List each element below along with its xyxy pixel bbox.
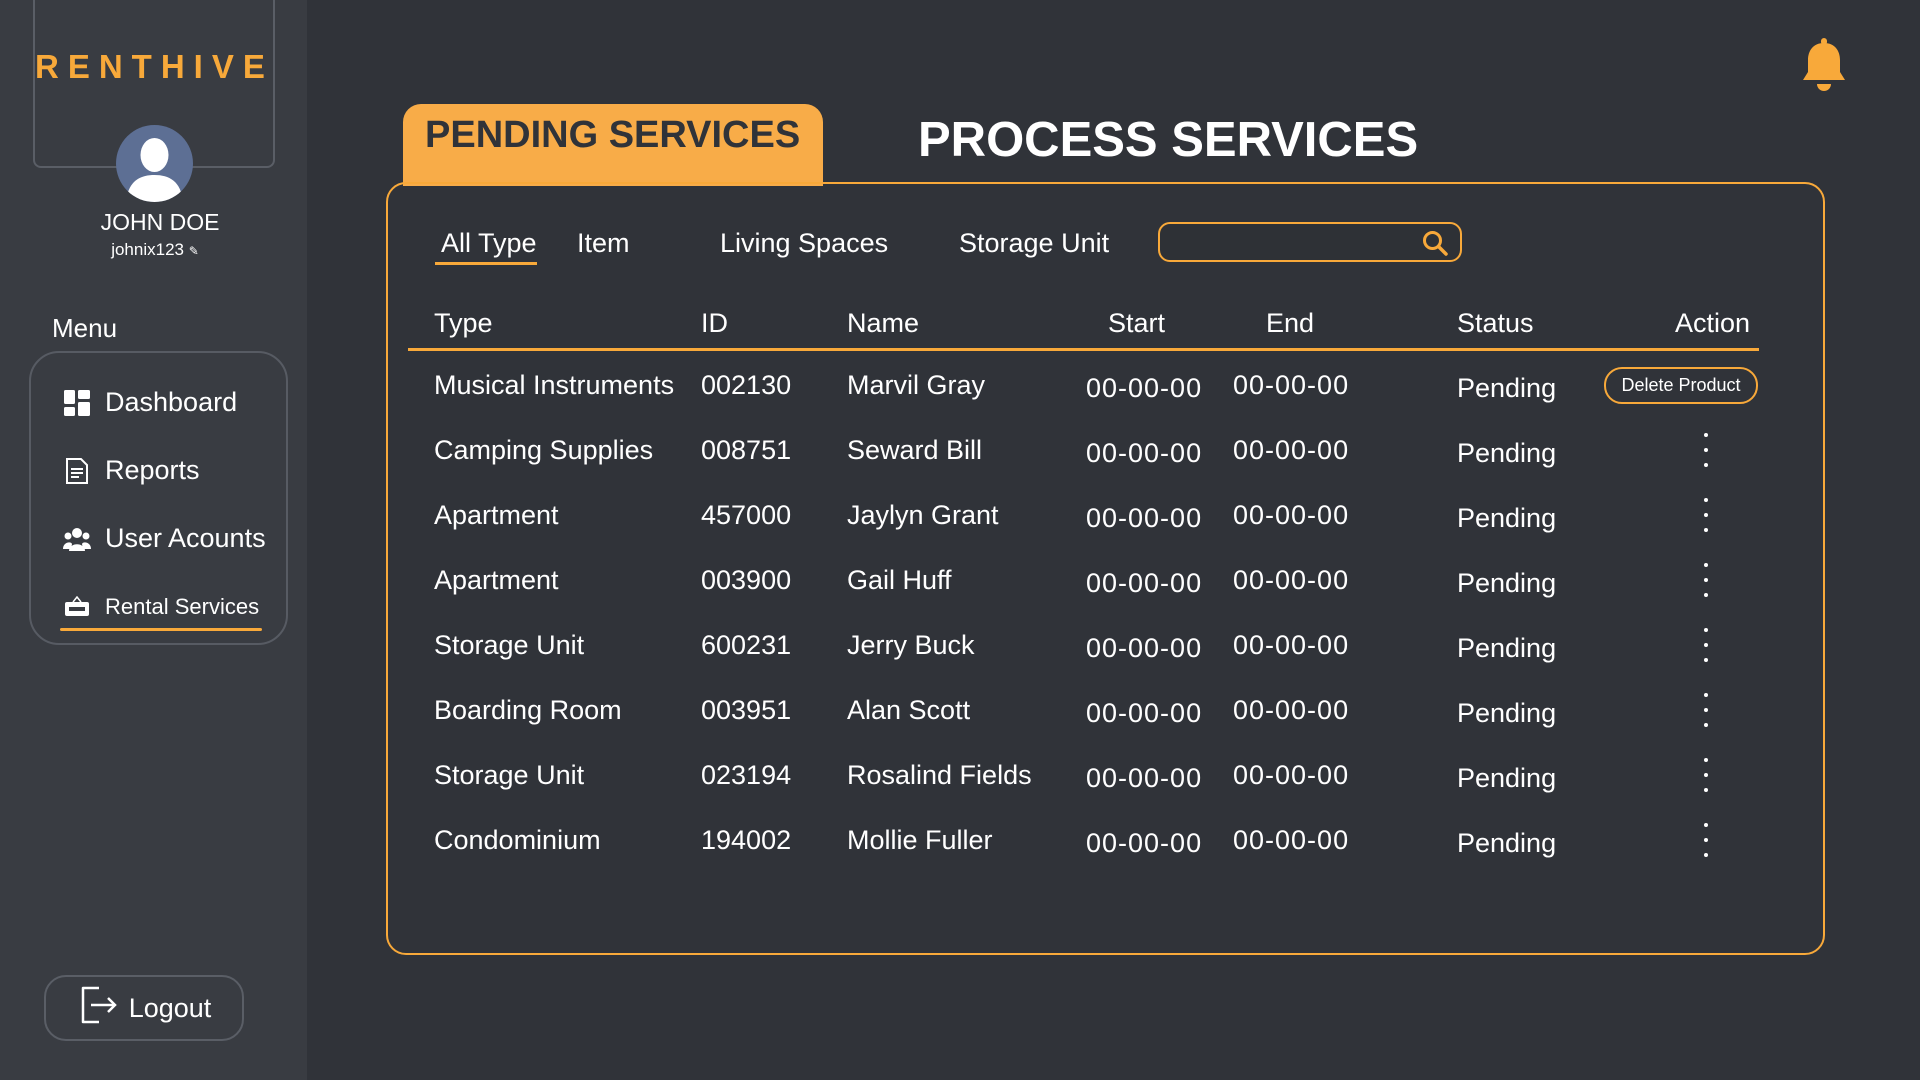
table-row[interactable]: Condominium 194002 Mollie Fuller 00-00-0… bbox=[0, 823, 1920, 875]
cell-type: Musical Instruments bbox=[434, 370, 675, 400]
cell-type: Condominium bbox=[434, 825, 601, 855]
cell-type: Camping Supplies bbox=[434, 435, 654, 465]
column-header-status: Status bbox=[1457, 308, 1534, 338]
more-options-icon[interactable] bbox=[1700, 823, 1712, 857]
table-row[interactable]: Musical Instruments 002130 Marvil Gray 0… bbox=[0, 367, 1920, 420]
cell-end: 00-00-00 bbox=[1233, 500, 1350, 530]
cell-name: Jaylyn Grant bbox=[847, 500, 999, 530]
cell-id: 600231 bbox=[701, 630, 792, 660]
table-row[interactable]: Camping Supplies 008751 Seward Bill 00-0… bbox=[0, 433, 1920, 485]
table-row[interactable]: Apartment 003900 Gail Huff 00-00-00 00-0… bbox=[0, 563, 1920, 615]
cell-id: 194002 bbox=[701, 825, 792, 855]
filter-item[interactable]: Item bbox=[577, 228, 630, 259]
search-box bbox=[1158, 222, 1462, 262]
logout-button[interactable]: Logout bbox=[44, 975, 244, 1041]
cell-start: 00-00-00 bbox=[1086, 698, 1203, 728]
cell-status: Pending bbox=[1457, 568, 1557, 598]
more-options-icon[interactable] bbox=[1700, 498, 1712, 532]
column-header-end: End bbox=[1266, 308, 1315, 338]
cell-status: Pending bbox=[1457, 763, 1557, 793]
edit-pencil-icon[interactable]: ✎ bbox=[189, 244, 199, 258]
cell-type: Storage Unit bbox=[434, 760, 585, 790]
cell-end: 00-00-00 bbox=[1233, 630, 1350, 660]
cell-id: 003951 bbox=[701, 695, 792, 725]
column-header-action: Action bbox=[1675, 308, 1751, 338]
app-logo: RENTHIVE bbox=[35, 48, 274, 85]
bell-icon[interactable] bbox=[1800, 38, 1848, 92]
more-options-icon[interactable] bbox=[1700, 433, 1712, 467]
user-handle: johnix123 ✎ bbox=[0, 240, 310, 260]
cell-status: Pending bbox=[1457, 633, 1557, 663]
table-row[interactable]: Apartment 457000 Jaylyn Grant 00-00-00 0… bbox=[0, 498, 1920, 550]
delete-product-button[interactable]: Delete Product bbox=[1604, 367, 1758, 404]
column-header-id: ID bbox=[701, 308, 728, 338]
avatar[interactable] bbox=[116, 125, 193, 202]
cell-end: 00-00-00 bbox=[1233, 435, 1350, 465]
more-options-icon[interactable] bbox=[1700, 563, 1712, 597]
cell-type: Storage Unit bbox=[434, 630, 585, 660]
logout-label: Logout bbox=[128, 992, 212, 1023]
table-row[interactable]: Storage Unit 023194 Rosalind Fields 00-0… bbox=[0, 758, 1920, 810]
user-silhouette-icon bbox=[126, 138, 183, 202]
cell-type: Apartment bbox=[434, 565, 559, 595]
table-row[interactable]: Storage Unit 600231 Jerry Buck 00-00-00 … bbox=[0, 628, 1920, 680]
cell-start: 00-00-00 bbox=[1086, 438, 1203, 468]
cell-type: Boarding Room bbox=[434, 695, 622, 725]
cell-start: 00-00-00 bbox=[1086, 763, 1203, 793]
table-row[interactable]: Boarding Room 003951 Alan Scott 00-00-00… bbox=[0, 693, 1920, 745]
cell-name: Marvil Gray bbox=[847, 370, 986, 400]
cell-name: Rosalind Fields bbox=[847, 760, 1032, 790]
cell-status: Pending bbox=[1457, 698, 1557, 728]
user-name: JOHN DOE bbox=[100, 209, 220, 235]
cell-id: 023194 bbox=[701, 760, 792, 790]
cell-name: Seward Bill bbox=[847, 435, 983, 465]
tab-pending-services[interactable]: PENDING SERVICES bbox=[403, 104, 823, 186]
cell-start: 00-00-00 bbox=[1086, 633, 1203, 663]
cell-id: 002130 bbox=[701, 370, 792, 400]
cell-end: 00-00-00 bbox=[1233, 370, 1350, 400]
logout-icon bbox=[77, 984, 119, 1033]
search-input[interactable] bbox=[1174, 228, 1414, 256]
cell-id: 003900 bbox=[701, 565, 792, 595]
menu-title: Menu bbox=[52, 313, 118, 343]
cell-status: Pending bbox=[1457, 373, 1557, 403]
more-options-icon[interactable] bbox=[1700, 628, 1712, 662]
cell-id: 008751 bbox=[701, 435, 792, 465]
user-handle-text: johnix123 bbox=[111, 240, 184, 259]
cell-id: 457000 bbox=[701, 500, 792, 530]
filter-living-spaces[interactable]: Living Spaces bbox=[720, 228, 888, 259]
filter-storage-unit[interactable]: Storage Unit bbox=[959, 228, 1109, 259]
cell-end: 00-00-00 bbox=[1233, 695, 1350, 725]
tab-process-services[interactable]: PROCESS SERVICES bbox=[918, 112, 1418, 168]
cell-start: 00-00-00 bbox=[1086, 828, 1203, 858]
column-header-start: Start bbox=[1108, 308, 1166, 338]
cell-name: Jerry Buck bbox=[847, 630, 975, 660]
cell-name: Mollie Fuller bbox=[847, 825, 993, 855]
cell-status: Pending bbox=[1457, 503, 1557, 533]
cell-end: 00-00-00 bbox=[1233, 825, 1350, 855]
cell-status: Pending bbox=[1457, 438, 1557, 468]
cell-end: 00-00-00 bbox=[1233, 760, 1350, 790]
filter-all-type[interactable]: All Type bbox=[435, 228, 537, 265]
cell-type: Apartment bbox=[434, 500, 559, 530]
column-header-type: Type bbox=[434, 308, 493, 338]
column-header-name: Name bbox=[847, 308, 920, 338]
cell-status: Pending bbox=[1457, 828, 1557, 858]
more-options-icon[interactable] bbox=[1700, 693, 1712, 727]
cell-start: 00-00-00 bbox=[1086, 373, 1203, 403]
cell-start: 00-00-00 bbox=[1086, 503, 1203, 533]
header-divider bbox=[408, 348, 1759, 351]
cell-name: Alan Scott bbox=[847, 695, 971, 725]
cell-start: 00-00-00 bbox=[1086, 568, 1203, 598]
more-options-icon[interactable] bbox=[1700, 758, 1712, 792]
cell-name: Gail Huff bbox=[847, 565, 952, 595]
search-icon[interactable] bbox=[1422, 230, 1448, 256]
cell-end: 00-00-00 bbox=[1233, 565, 1350, 595]
